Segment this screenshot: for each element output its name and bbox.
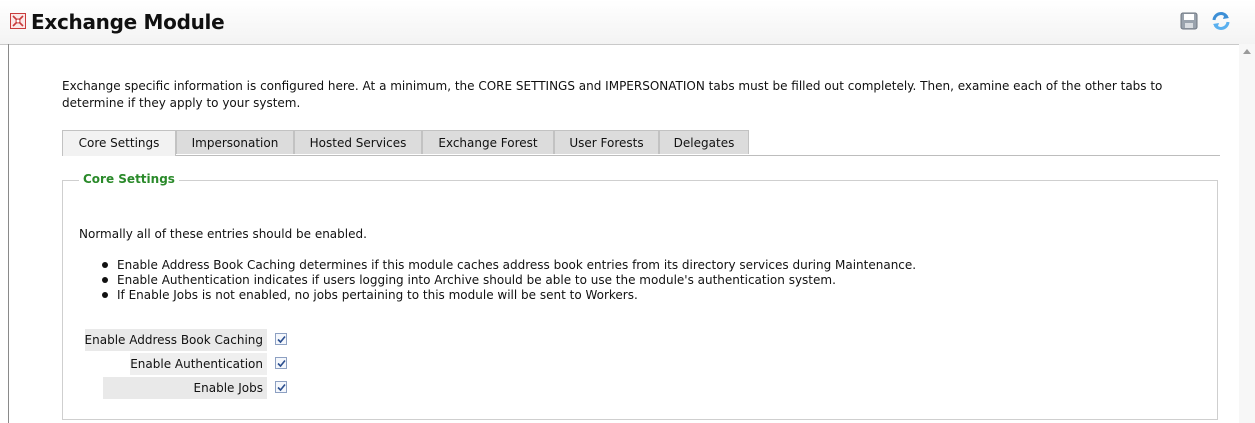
enable-address-book-caching-checkbox[interactable] [275, 333, 287, 345]
list-item: If Enable Jobs is not enabled, no jobs p… [101, 288, 916, 303]
tab-core-settings[interactable]: Core Settings [62, 130, 176, 156]
core-settings-bullets: Enable Address Book Caching determines i… [101, 258, 916, 303]
checkmark-icon [277, 383, 286, 392]
core-settings-options: Enable Address Book Caching Enable Authe… [79, 329, 295, 401]
checkmark-icon [277, 359, 286, 368]
list-item: Enable Authentication indicates if users… [101, 273, 916, 288]
bullet-icon [102, 277, 108, 283]
tab-exchange-forest[interactable]: Exchange Forest [422, 130, 554, 154]
enable-jobs-checkbox[interactable] [275, 381, 287, 393]
option-row-jobs: Enable Jobs [79, 377, 295, 399]
core-settings-description: Normally all of these entries should be … [79, 227, 367, 241]
option-row-authentication: Enable Authentication [79, 353, 295, 375]
tab-hosted-services[interactable]: Hosted Services [294, 130, 422, 154]
core-settings-legend: Core Settings [79, 172, 179, 186]
tab-delegates[interactable]: Delegates [659, 130, 749, 154]
tab-bar: Core Settings Impersonation Hosted Servi… [62, 130, 1220, 156]
option-row-address-book-caching: Enable Address Book Caching [79, 329, 295, 351]
enable-authentication-label: Enable Authentication [130, 353, 267, 375]
title-bar: Exchange Module [0, 0, 1255, 45]
frame-left-border [8, 44, 9, 423]
core-settings-panel: Core Settings Normally all of these entr… [62, 172, 1218, 420]
tab-user-forests[interactable]: User Forests [554, 130, 659, 154]
refresh-icon[interactable] [1210, 10, 1232, 32]
checkmark-icon [277, 335, 286, 344]
vertical-scrollbar[interactable] [1239, 44, 1255, 423]
scroll-up-arrow-icon[interactable] [1243, 49, 1251, 54]
enable-jobs-label: Enable Jobs [103, 377, 267, 399]
bullet-icon [102, 262, 108, 268]
save-icon[interactable] [1180, 12, 1198, 30]
list-item: Enable Address Book Caching determines i… [101, 258, 916, 273]
intro-text: Exchange specific information is configu… [62, 79, 1163, 110]
module-icon [10, 13, 26, 29]
page-title: Exchange Module [31, 10, 225, 34]
enable-address-book-caching-label: Enable Address Book Caching [84, 329, 267, 351]
exchange-module-window: Exchange Module Exchange specific inform… [0, 0, 1255, 423]
module-content: Exchange specific information is configu… [62, 78, 1222, 420]
bullet-icon [102, 292, 108, 298]
tab-impersonation[interactable]: Impersonation [176, 130, 294, 154]
enable-authentication-checkbox[interactable] [275, 357, 287, 369]
